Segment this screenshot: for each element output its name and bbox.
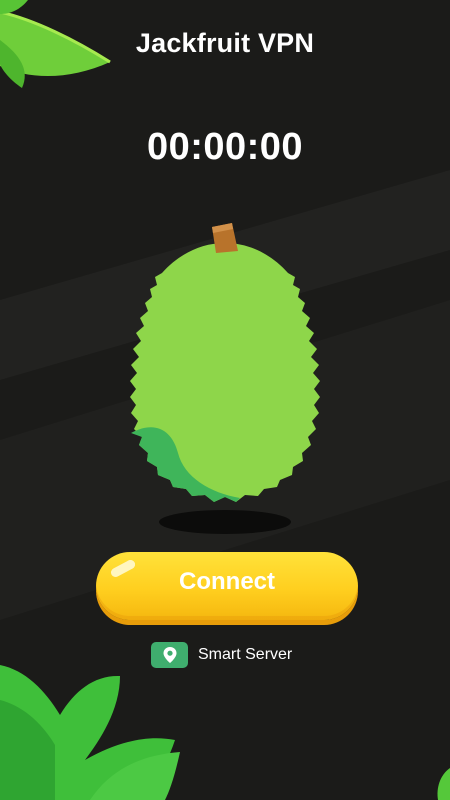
fruit-shadow: [159, 510, 291, 534]
vpn-home-screen: Jackfruit VPN 00:00:00 Connect Smart Ser…: [0, 0, 450, 800]
jackfruit-illustration: [100, 215, 350, 545]
jackfruit-icon: [130, 223, 320, 534]
app-title: Jackfruit VPN: [135, 28, 315, 58]
location-pin-icon: [151, 642, 188, 668]
bottom-left-leaf-icon: [0, 665, 180, 800]
server-selector[interactable]: Smart Server: [151, 642, 292, 668]
connect-button[interactable]: Connect: [96, 552, 358, 620]
connection-timer: 00:00:00: [146, 126, 304, 168]
bottom-right-leaf-icon: [437, 768, 450, 800]
server-label: Smart Server: [198, 646, 293, 663]
connect-button-label: Connect: [179, 568, 275, 595]
